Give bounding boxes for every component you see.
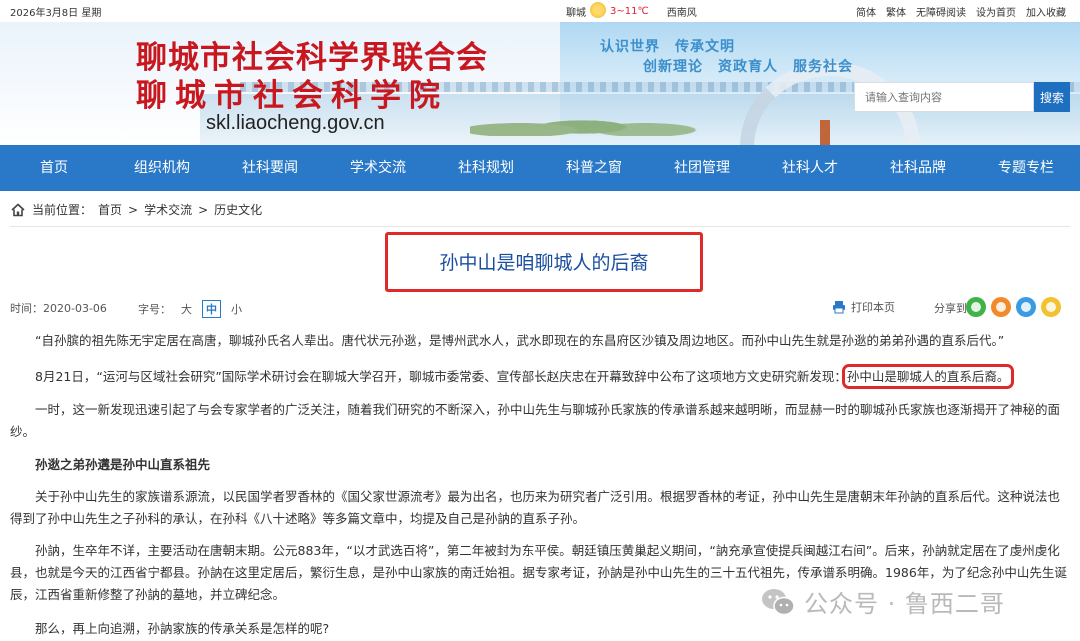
section-heading: 孙逖之弟孙遘是孙中山直系祖先 — [35, 457, 211, 472]
nav-item-planning[interactable]: 社科规划 — [432, 145, 540, 191]
traditional-link[interactable]: 繁体 — [886, 4, 906, 19]
wind-text: 西南风 — [666, 8, 697, 19]
date-text: 2026年3月8日 星期 — [10, 8, 102, 19]
wechat-logo-icon — [762, 588, 795, 615]
top-links: 简体 繁体 无障碍阅读 设为首页 加入收藏 — [856, 4, 1066, 19]
slogan-line-2: 创新理论 资政育人 服务社会 — [643, 59, 853, 75]
nav-item-special[interactable]: 专题专栏 — [972, 145, 1080, 191]
font-size-selector: 字号： 大 中 小 — [138, 300, 242, 318]
article-title: 孙中山是咱聊城人的后裔 — [439, 252, 649, 274]
nav-item-news[interactable]: 社科要闻 — [216, 145, 324, 191]
nav-item-academic[interactable]: 学术交流 — [324, 145, 432, 191]
temperature-text: 3~11℃ — [610, 6, 649, 17]
simplified-link[interactable]: 简体 — [856, 4, 876, 19]
nav-item-brand[interactable]: 社科品牌 — [864, 145, 972, 191]
weather-widget: 聊城 3~11℃ 西南风 — [566, 2, 697, 19]
breadcrumb: 当前位置： 首页 > 学术交流 > 历史文化 — [10, 201, 262, 218]
wechat-icon[interactable] — [966, 297, 986, 317]
highlighted-claim: 孙中山是聊城人的直系后裔。 — [841, 364, 1015, 389]
site-subtitle: 聊城市社会科学院 — [136, 78, 448, 114]
paragraph: 一时，这一新发现迅速引起了与会专家学者的广泛关注，随着我们研究的不断深入，孙中山… — [10, 402, 1061, 439]
home-icon — [11, 202, 25, 216]
top-info-bar: 2026年3月8日 星期 聊城 3~11℃ 西南风 简体 繁体 无障碍阅读 设为… — [0, 0, 1080, 22]
nav-item-home[interactable]: 首页 — [0, 145, 108, 191]
breadcrumb-academic[interactable]: 学术交流 — [144, 201, 192, 218]
share-icons — [966, 297, 1061, 317]
header-banner: 聊城市社会科学界联合会 聊城市社会科学院 skl.liaocheng.gov.c… — [0, 22, 1080, 145]
divider — [10, 226, 1070, 227]
breadcrumb-home[interactable]: 首页 — [98, 201, 122, 218]
font-size-medium[interactable]: 中 — [202, 300, 221, 318]
add-favorite-link[interactable]: 加入收藏 — [1026, 4, 1066, 19]
set-homepage-link[interactable]: 设为首页 — [976, 4, 1016, 19]
breadcrumb-history[interactable]: 历史文化 — [214, 201, 262, 218]
article-meta: 时间：2020-03-06 字号： 大 中 小 打印本页 分享到： — [10, 298, 1072, 318]
print-button[interactable]: 打印本页 — [832, 299, 895, 315]
qzone-icon[interactable] — [1041, 297, 1061, 317]
nav-item-science-window[interactable]: 科普之窗 — [540, 145, 648, 191]
breadcrumb-sep: > — [128, 202, 139, 217]
slogan-line-1: 认识世界 传承文明 — [600, 39, 735, 55]
paragraph: “自孙膑的祖先陈无宇定居在高唐，聊城孙氏名人辈出。唐代状元孙逖，是博州武水人，武… — [35, 333, 1005, 348]
paragraph: 关于孙中山先生的家族谱系源流，以民国学者罗香林的《国父家世源流考》最为出名，也历… — [10, 489, 1061, 526]
printer-icon — [833, 301, 845, 314]
nav-item-organization[interactable]: 组织机构 — [108, 145, 216, 191]
watermark-text: 公众号 · 鲁西二哥 — [804, 590, 1005, 618]
qq-icon[interactable] — [1016, 297, 1036, 317]
font-size-large[interactable]: 大 — [181, 301, 192, 317]
search-input[interactable] — [854, 82, 1034, 112]
search-box: 搜索 — [854, 82, 1070, 112]
banner-trees — [470, 106, 720, 136]
weibo-icon[interactable] — [991, 297, 1011, 317]
wechat-watermark: 公众号 · 鲁西二哥 — [760, 584, 1005, 619]
print-label: 打印本页 — [851, 301, 895, 314]
font-size-label: 字号： — [138, 303, 171, 316]
city-text: 聊城 — [566, 8, 586, 19]
nav-item-associations[interactable]: 社团管理 — [648, 145, 756, 191]
banner-tower — [820, 120, 830, 145]
paragraph: 8月21日，“运河与区域社会研究”国际学术研讨会在聊城大学召开，聊城市委常委、宣… — [35, 364, 1015, 389]
search-button[interactable]: 搜索 — [1034, 82, 1070, 112]
accessibility-link[interactable]: 无障碍阅读 — [916, 4, 966, 19]
font-size-small[interactable]: 小 — [231, 301, 242, 317]
paragraph: 那么，再上向追溯，孙訥家族的传承关系是怎样的呢? — [35, 621, 330, 636]
site-domain: skl.liaocheng.gov.cn — [206, 112, 385, 134]
breadcrumb-label: 当前位置： — [32, 203, 93, 217]
main-nav: 首页 组织机构 社科要闻 学术交流 社科规划 科普之窗 社团管理 社科人才 社科… — [0, 145, 1080, 191]
breadcrumb-sep: > — [198, 202, 209, 217]
publish-time: 时间：2020-03-06 — [10, 302, 107, 315]
sunny-icon — [590, 2, 606, 18]
nav-item-talent[interactable]: 社科人才 — [756, 145, 864, 191]
